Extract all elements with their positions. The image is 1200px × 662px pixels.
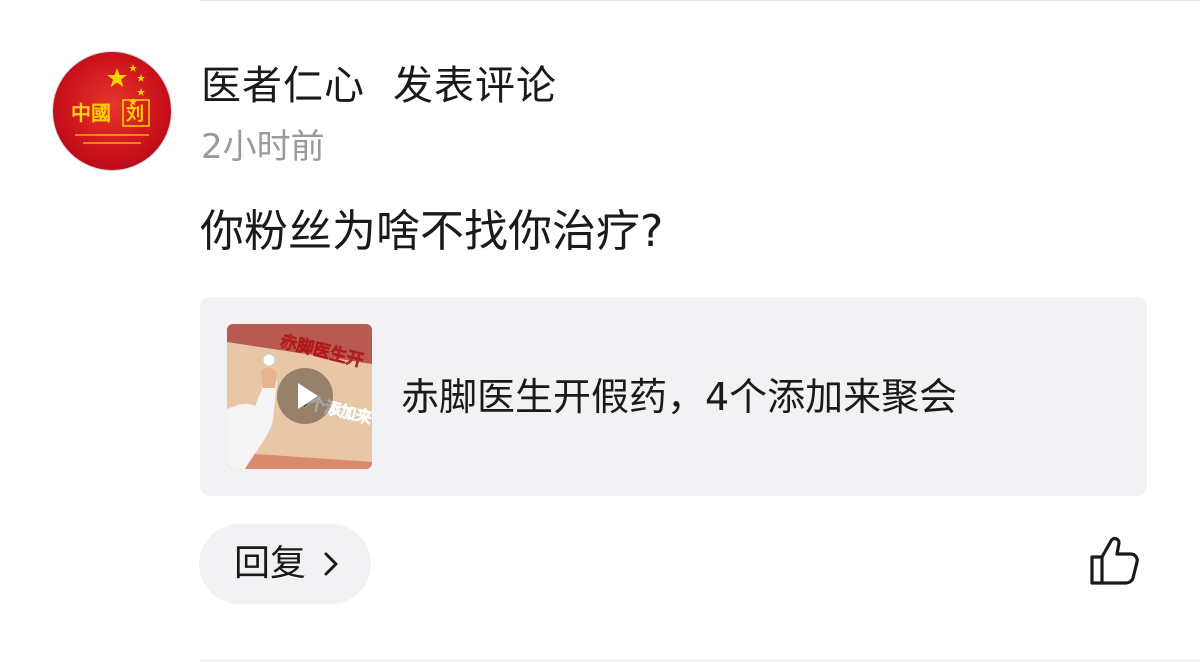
video-title[interactable]: 赤脚医生开假药，4个添加来聚会 (401, 369, 957, 425)
comment-text: 你粉丝为啥不找你治疗? (200, 206, 664, 257)
video-thumbnail[interactable]: 赤脚医生开 4个添加来 (227, 324, 372, 469)
avatar[interactable]: 中國 刘 (53, 52, 171, 170)
avatar-text-liu: 刘 (126, 103, 144, 125)
comment-header: 医者仁心 发表评论 (201, 58, 557, 114)
bottom-divider (200, 660, 1200, 661)
comment-action-text: 发表评论 (393, 63, 557, 109)
comment-detail-page: 中國 刘 医者仁心 发表评论 2小时前 你粉丝为啥不找你治疗? 赤脚医生开 4个添… (0, 0, 1200, 662)
username[interactable]: 医者仁心 (201, 63, 365, 109)
timestamp: 2小时前 (201, 127, 325, 167)
china-flag-avatar-icon: 中國 刘 (71, 64, 150, 144)
reply-button[interactable]: 回复 (199, 524, 371, 604)
top-divider (200, 0, 1200, 1)
reply-label: 回复 (234, 543, 307, 584)
chevron-right-icon (324, 552, 338, 576)
avatar-text-china: 中國 (71, 101, 111, 125)
thumbs-up-icon[interactable] (1086, 533, 1142, 589)
video-card[interactable]: 赤脚医生开 4个添加来 赤脚医生开假药，4个添加来聚会 (200, 297, 1147, 496)
play-icon[interactable] (277, 368, 333, 424)
